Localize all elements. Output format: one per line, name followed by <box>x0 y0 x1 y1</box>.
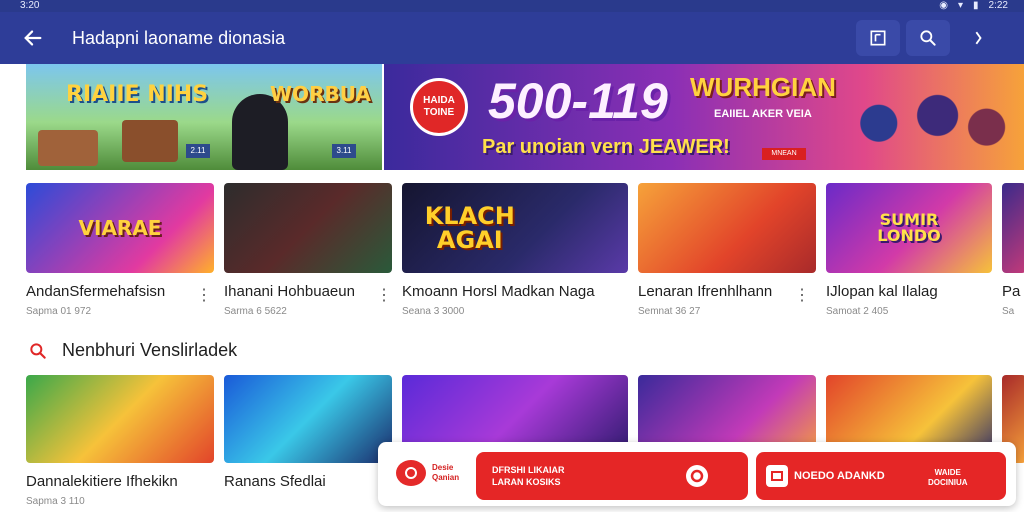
game-title: Pa <box>1002 283 1021 300</box>
game-card[interactable]: Ranans Sfedlai <box>224 375 392 496</box>
video-icon <box>766 465 788 487</box>
brand-logo-text-line2: Qanian <box>432 473 460 482</box>
thumb-art-text: KLACH AGAI <box>424 202 515 254</box>
section-header: Nenbhuri Venslirladek <box>28 340 237 361</box>
record-icon <box>686 465 708 487</box>
game-subtitle: Seana 3 3000 <box>402 306 465 317</box>
game-title: Ihanani Hohbuaeun <box>224 283 355 300</box>
game-card[interactable]: Dannalekitiere Ifhekikn Sapma 3 110 <box>26 375 214 507</box>
share-button[interactable] <box>956 20 1000 56</box>
bottom-action-bar: Desie Qanian DFRSHI LIKAIAR LARAN KOSIKS… <box>378 442 1016 506</box>
banner-logo-b: WORBUA <box>270 82 371 106</box>
battery-icon: ▮ <box>973 0 979 11</box>
primary-action-button[interactable]: DFRSHI LIKAIAR LARAN KOSIKS <box>476 452 748 500</box>
game-card[interactable]: KLACH AGAI Kmoann Horsl Madkan Naga Sean… <box>402 183 628 317</box>
promo-subtitle: EAIIEL AKER VEIA <box>714 108 812 120</box>
game-subtitle: Samoat 2 405 <box>826 306 889 317</box>
appbar-actions <box>856 20 1000 56</box>
primary-action-label: DFRSHI LIKAIAR LARAN KOSIKS <box>492 464 565 488</box>
game-title: AndanSfermehafsisn <box>26 283 166 300</box>
search-button[interactable] <box>906 20 950 56</box>
game-title: Lenaran Ifrenhlhann <box>638 283 773 300</box>
game-title: Dannalekitiere Ifhekikn <box>26 473 178 490</box>
wifi-icon: ▾ <box>957 0 964 11</box>
game-subtitle: Sa <box>1002 306 1015 317</box>
banner-house <box>38 130 98 166</box>
share-icon <box>975 31 982 45</box>
game-thumbnail: KLACH AGAI <box>402 183 628 273</box>
game-thumbnail <box>224 375 392 463</box>
brand-logo-text: Desie Qanian <box>432 463 459 483</box>
game-thumbnail <box>1002 183 1024 273</box>
game-thumbnail: VIARAE <box>26 183 214 273</box>
banner-left[interactable]: RIAIIE NIHS WORBUA 2.11 3.11 <box>26 64 382 170</box>
app-bar: Hadapni laoname dionasia <box>0 12 1024 64</box>
game-card[interactable]: Pa Sa <box>1002 183 1024 317</box>
banner-right[interactable]: HAIDA TOINE 500-119 WURHGIAN EAIIEL AKER… <box>384 64 1024 170</box>
status-bar: 3:20 ◉ ▾ ▮ 2:22 <box>0 0 1024 12</box>
secondary-action-sub-line2: DOCINIUA <box>928 478 968 487</box>
game-subtitle: Semnat 36 27 <box>638 306 701 317</box>
game-thumbnail <box>638 183 816 273</box>
brand-logo-text-line1: Desie <box>432 463 454 472</box>
game-title: Kmoann Horsl Madkan Naga <box>402 283 595 300</box>
page-title: Hadapni laoname dionasia <box>72 27 286 48</box>
brand-logo-icon <box>396 460 426 486</box>
promo-badge: HAIDA TOINE <box>410 78 468 136</box>
primary-action-line2: LARAN KOSIKS <box>492 477 561 487</box>
promo-cta[interactable]: MNEAN <box>762 148 806 160</box>
status-icons: ◉ ▾ ▮ 2:22 <box>939 0 1008 12</box>
promo-characters <box>820 92 1016 170</box>
game-card[interactable]: Ihanani Hohbuaeun Sarma 6 5622 <box>224 183 392 317</box>
promo-badge-line1: HAIDA <box>423 95 455 106</box>
game-title: IJlopan kal Ilalag <box>826 283 938 300</box>
battery-time: 2:22 <box>988 0 1008 11</box>
game-thumbnail: SUMIR LONDO <box>826 183 992 273</box>
game-thumbnail <box>224 183 392 273</box>
game-thumbnail <box>26 375 214 463</box>
game-subtitle: Sapma 01 972 <box>26 306 92 317</box>
status-time: 3:20 <box>20 0 40 11</box>
signal-icon: ◉ <box>939 0 948 11</box>
promo-headline: 500-119 <box>488 73 668 129</box>
secondary-action-sub: WAIDE DOCINIUA <box>928 468 968 488</box>
back-arrow-icon <box>24 30 42 46</box>
banner-tag: 3.11 <box>332 144 356 158</box>
section-title: Nenbhuri Venslirladek <box>62 340 238 360</box>
cast-button[interactable] <box>856 20 900 56</box>
search-icon <box>30 342 46 359</box>
thumb-art-text: SUMIR LONDO <box>877 210 941 245</box>
secondary-action-button[interactable]: NOEDO ADANKD WAIDE DOCINIUA <box>756 452 1006 500</box>
promo-title: WURHGIAN <box>690 72 836 102</box>
game-subtitle: Sapma 3 110 <box>26 496 85 507</box>
primary-action-line1: DFRSHI LIKAIAR <box>492 465 565 475</box>
game-card[interactable]: VIARAE AndanSfermehafsisn Sapma 01 972 <box>26 183 214 317</box>
promo-tagline: Par unoian vern JEAWER! <box>482 136 730 158</box>
banner-tag: 2.11 <box>186 144 210 158</box>
game-card[interactable]: SUMIR LONDO IJlopan kal Ilalag Samoat 2 … <box>826 183 992 317</box>
secondary-action-label: NOEDO ADANKD <box>794 470 885 482</box>
thumb-art-text: VIARAE <box>78 216 162 240</box>
banner-logo-a: RIAIIE NIHS <box>66 82 209 107</box>
banner-house <box>122 120 178 162</box>
back-button[interactable] <box>18 23 48 53</box>
cast-icon <box>870 30 886 46</box>
promo-badge-line2: TOINE <box>423 107 455 118</box>
secondary-action-sub-line1: WAIDE <box>934 468 961 477</box>
brand-logo[interactable]: Desie Qanian <box>396 460 459 486</box>
game-subtitle: Sarma 6 5622 <box>224 306 287 317</box>
game-card[interactable]: Lenaran Ifrenhlhann Semnat 36 27 <box>638 183 816 317</box>
game-title: Ranans Sfedlai <box>224 473 326 490</box>
search-icon <box>920 30 936 46</box>
